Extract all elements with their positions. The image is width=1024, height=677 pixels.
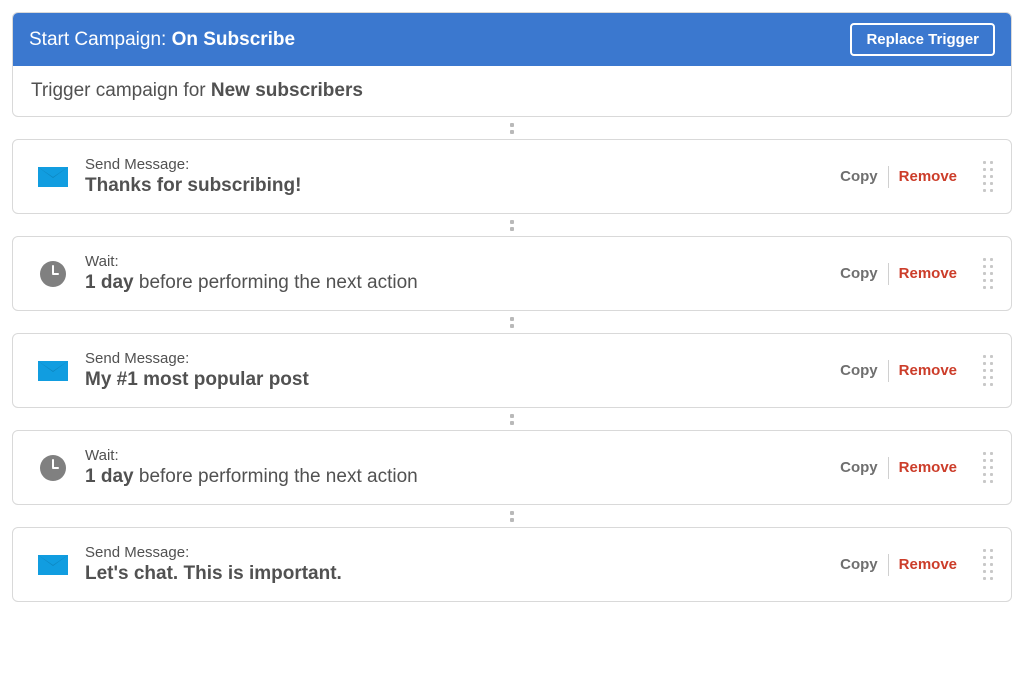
- action-content: Send Message: Thanks for subscribing!: [85, 156, 830, 197]
- drag-handle[interactable]: [983, 355, 997, 386]
- replace-trigger-button[interactable]: Replace Trigger: [850, 23, 995, 56]
- trigger-target: New subscribers: [211, 80, 363, 101]
- copy-button[interactable]: Copy: [830, 362, 888, 379]
- action-title: 1 day before performing the next action: [85, 466, 830, 488]
- action-type-label: Send Message:: [85, 156, 830, 173]
- action-title: 1 day before performing the next action: [85, 272, 830, 294]
- envelope-icon: [38, 167, 68, 187]
- panel-body: Trigger campaign for New subscribers: [13, 66, 1011, 116]
- action-type-label: Wait:: [85, 447, 830, 464]
- action-title: Let's chat. This is important.: [85, 563, 830, 585]
- copy-button[interactable]: Copy: [830, 168, 888, 185]
- copy-button[interactable]: Copy: [830, 459, 888, 476]
- action-content: Send Message: Let's chat. This is import…: [85, 544, 830, 585]
- copy-button[interactable]: Copy: [830, 556, 888, 573]
- insert-gap[interactable]: [12, 117, 1012, 139]
- remove-button[interactable]: Remove: [889, 168, 967, 185]
- insert-gap[interactable]: [12, 311, 1012, 333]
- drag-handle[interactable]: [983, 452, 997, 483]
- action-send-message[interactable]: Send Message: Thanks for subscribing! Co…: [12, 139, 1012, 214]
- action-title: My #1 most popular post: [85, 369, 830, 391]
- campaign-trigger-panel: Start Campaign: On Subscribe Replace Tri…: [12, 12, 1012, 117]
- remove-button[interactable]: Remove: [889, 459, 967, 476]
- envelope-icon: [38, 361, 68, 381]
- action-wait[interactable]: Wait: 1 day before performing the next a…: [12, 236, 1012, 311]
- action-send-message[interactable]: Send Message: My #1 most popular post Co…: [12, 333, 1012, 408]
- remove-button[interactable]: Remove: [889, 265, 967, 282]
- clock-icon: [40, 455, 66, 481]
- action-send-message[interactable]: Send Message: Let's chat. This is import…: [12, 527, 1012, 602]
- action-type-label: Wait:: [85, 253, 830, 270]
- panel-title-prefix: Start Campaign:: [29, 29, 172, 50]
- clock-icon: [40, 261, 66, 287]
- action-content: Wait: 1 day before performing the next a…: [85, 253, 830, 294]
- action-content: Wait: 1 day before performing the next a…: [85, 447, 830, 488]
- action-title: Thanks for subscribing!: [85, 175, 830, 197]
- remove-button[interactable]: Remove: [889, 556, 967, 573]
- action-type-label: Send Message:: [85, 544, 830, 561]
- insert-gap[interactable]: [12, 408, 1012, 430]
- drag-handle[interactable]: [983, 258, 997, 289]
- panel-header: Start Campaign: On Subscribe Replace Tri…: [13, 13, 1011, 66]
- drag-handle[interactable]: [983, 161, 997, 192]
- insert-gap[interactable]: [12, 214, 1012, 236]
- panel-title-name: On Subscribe: [172, 29, 296, 50]
- copy-button[interactable]: Copy: [830, 265, 888, 282]
- insert-gap[interactable]: [12, 505, 1012, 527]
- action-type-label: Send Message:: [85, 350, 830, 367]
- action-wait[interactable]: Wait: 1 day before performing the next a…: [12, 430, 1012, 505]
- remove-button[interactable]: Remove: [889, 362, 967, 379]
- action-content: Send Message: My #1 most popular post: [85, 350, 830, 391]
- envelope-icon: [38, 555, 68, 575]
- trigger-prefix: Trigger campaign for: [31, 80, 211, 101]
- panel-title: Start Campaign: On Subscribe: [29, 29, 295, 51]
- drag-handle[interactable]: [983, 549, 997, 580]
